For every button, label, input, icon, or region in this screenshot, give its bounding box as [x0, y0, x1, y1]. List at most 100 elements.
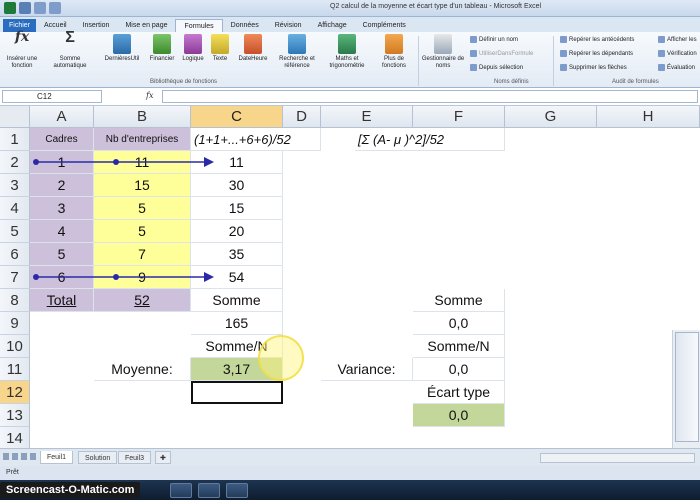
- financial-button[interactable]: Financier: [146, 34, 178, 63]
- define-name-button[interactable]: Définir un nom: [470, 36, 518, 43]
- row-header-8[interactable]: 8: [0, 289, 30, 312]
- lookup-button[interactable]: Recherche et référence: [274, 34, 320, 70]
- sheet-tab-solution[interactable]: Solution: [78, 451, 118, 464]
- datetime-button[interactable]: DateHeure: [234, 34, 272, 63]
- trace-arrow-icon: [560, 36, 567, 43]
- cell-f10[interactable]: Somme/N: [413, 335, 505, 358]
- remove-arrows-button[interactable]: Supprimer les flèches: [560, 64, 627, 71]
- logical-button[interactable]: Logique: [180, 34, 206, 63]
- evaluate-formula-button[interactable]: Évaluation: [658, 64, 695, 71]
- cell-a1[interactable]: Cadres: [30, 128, 94, 151]
- use-in-formula-button[interactable]: UtiliserDansFormule: [470, 50, 533, 57]
- row-header-3[interactable]: 3: [0, 174, 30, 197]
- column-header-g[interactable]: G: [505, 106, 597, 128]
- formula-icon: [658, 36, 665, 43]
- column-header-h[interactable]: H: [597, 106, 700, 128]
- row-header-11[interactable]: 11: [0, 358, 30, 381]
- row-header-10[interactable]: 10: [0, 335, 30, 358]
- row-header-2[interactable]: 2: [0, 151, 30, 174]
- row-header-1[interactable]: 1: [0, 128, 30, 151]
- column-header-b[interactable]: B: [94, 106, 191, 128]
- sigma-icon: Σ: [65, 29, 75, 46]
- horizontal-scrollbar[interactable]: [540, 453, 695, 463]
- scrollbar-thumb[interactable]: [675, 332, 699, 442]
- math-button[interactable]: Maths et trigonométrie: [322, 34, 372, 70]
- name-manager-button[interactable]: Gestionnaire de noms: [420, 34, 466, 70]
- row-header-12[interactable]: 12: [0, 381, 30, 404]
- next-sheet-icon[interactable]: [21, 453, 27, 460]
- show-formulas-button[interactable]: Afficher les: [658, 36, 697, 43]
- row-header-13[interactable]: 13: [0, 404, 30, 427]
- name-box[interactable]: C12: [2, 90, 102, 103]
- financial-label: Financier: [149, 56, 175, 62]
- trace-dependents-button[interactable]: Repérer les dépendants: [560, 50, 633, 57]
- last-sheet-icon[interactable]: [30, 453, 36, 460]
- create-from-selection-button[interactable]: Depuis sélection: [470, 64, 523, 71]
- insert-sheet-icon[interactable]: ✚: [155, 451, 171, 464]
- cell-a8[interactable]: Total: [30, 289, 94, 312]
- tab-insert[interactable]: Insertion: [75, 19, 118, 32]
- save-icon[interactable]: [19, 2, 31, 14]
- cell-f13[interactable]: 0,0: [413, 404, 505, 427]
- more-functions-button[interactable]: Plus de fonctions: [374, 34, 414, 70]
- browser-taskbar-icon[interactable]: [170, 483, 192, 498]
- prev-sheet-icon[interactable]: [12, 453, 18, 460]
- fx-button[interactable]: fx: [146, 91, 153, 100]
- cell-e1[interactable]: [Σ (A- μ )^2]/52: [355, 128, 505, 151]
- column-header-f[interactable]: F: [413, 106, 505, 128]
- row-header-14[interactable]: 14: [0, 427, 30, 450]
- tab-addins[interactable]: Compléments: [355, 19, 414, 32]
- first-sheet-icon[interactable]: [3, 453, 9, 460]
- player-taskbar-icon[interactable]: [226, 483, 248, 498]
- row-header-6[interactable]: 6: [0, 243, 30, 266]
- cell-b1[interactable]: Nb d'entreprises: [94, 128, 191, 151]
- column-header-e[interactable]: E: [321, 106, 413, 128]
- arrowhead-icon: [204, 272, 214, 282]
- autosum-button[interactable]: Σ Somme automatique: [48, 29, 92, 70]
- cell-f8[interactable]: Somme: [413, 289, 505, 312]
- book-icon: [153, 34, 171, 54]
- cell-e11[interactable]: Variance:: [321, 358, 413, 381]
- cell-c12-active[interactable]: [191, 381, 283, 404]
- tab-view[interactable]: Affichage: [310, 19, 355, 32]
- row-header-7[interactable]: 7: [0, 266, 30, 289]
- redo-icon[interactable]: [49, 2, 61, 14]
- trace-precedents-button[interactable]: Repérer les antécédents: [560, 36, 634, 43]
- cell-b8[interactable]: 52: [94, 289, 191, 312]
- tab-data[interactable]: Données: [223, 19, 267, 32]
- row-header-9[interactable]: 9: [0, 312, 30, 335]
- row-header-5[interactable]: 5: [0, 220, 30, 243]
- arrowhead-icon: [204, 157, 214, 167]
- vertical-scrollbar[interactable]: [672, 330, 700, 448]
- cell-f9[interactable]: 0,0: [413, 312, 505, 335]
- trace-arrow-icon: [560, 50, 567, 57]
- select-all-corner[interactable]: [0, 106, 30, 128]
- cell-c1[interactable]: (1+1+...+6+6)/52: [191, 128, 321, 151]
- tab-review[interactable]: Révision: [267, 19, 310, 32]
- formula-input[interactable]: [162, 90, 698, 103]
- tab-page-layout[interactable]: Mise en page: [117, 19, 175, 32]
- column-header-d[interactable]: D: [283, 106, 321, 128]
- cell-c9[interactable]: 165: [191, 312, 283, 335]
- use-in-formula-label: UtiliserDansFormule: [479, 50, 534, 57]
- sheet-tab-feuil3[interactable]: Feuil3: [118, 451, 152, 464]
- tab-formulas[interactable]: Formules: [175, 19, 223, 32]
- sheet-tab-feuil1[interactable]: Feuil1: [40, 451, 74, 464]
- text-button[interactable]: Texte: [208, 34, 232, 63]
- cell-b11[interactable]: Moyenne:: [94, 358, 191, 381]
- column-header-a[interactable]: A: [30, 106, 94, 128]
- insert-function-button[interactable]: fx Insérer une fonction: [2, 30, 42, 70]
- cell-f12[interactable]: Écart type: [413, 381, 505, 404]
- recent-label: DernièresUtil: [104, 56, 140, 62]
- row-header-4[interactable]: 4: [0, 197, 30, 220]
- excel-taskbar-icon[interactable]: [198, 483, 220, 498]
- name-manager-label: Gestionnaire de noms: [421, 56, 465, 69]
- recent-button[interactable]: DernièresUtil: [100, 34, 144, 63]
- check-icon: [658, 50, 665, 57]
- undo-icon[interactable]: [34, 2, 46, 14]
- error-checking-button[interactable]: Vérification: [658, 50, 697, 57]
- column-header-c[interactable]: C: [191, 106, 283, 128]
- cell-f11[interactable]: 0,0: [413, 358, 505, 381]
- sheet-navigation: [3, 453, 36, 460]
- cell-c8[interactable]: Somme: [191, 289, 283, 312]
